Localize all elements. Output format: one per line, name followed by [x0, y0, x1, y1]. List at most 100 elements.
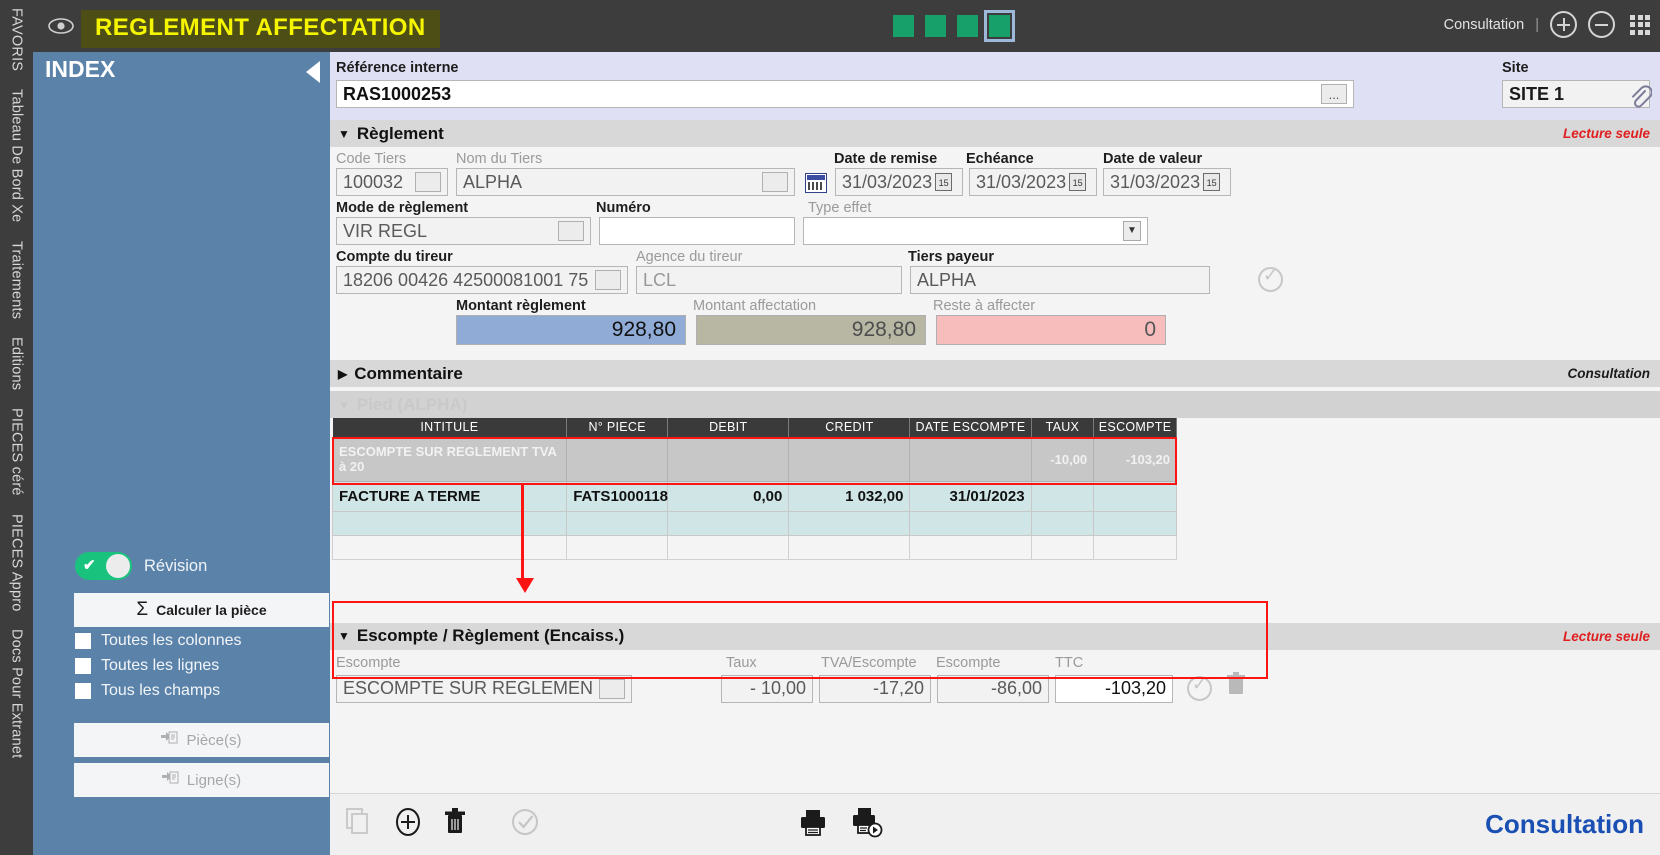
- numero-input[interactable]: [599, 217, 795, 245]
- code-tiers-browse-button[interactable]: [415, 172, 441, 192]
- echeance-input[interactable]: 31/03/2023 15: [969, 168, 1097, 196]
- tiers-payeur-input[interactable]: ALPHA: [910, 266, 1210, 294]
- check-circle-icon[interactable]: [1258, 267, 1283, 292]
- pieces-button[interactable]: Pièce(s): [74, 723, 329, 757]
- col-n-piece[interactable]: N° PIECE: [567, 418, 668, 437]
- mode-reglement-input[interactable]: VIR REGL: [336, 217, 591, 245]
- status-square-4-selected[interactable]: [989, 15, 1010, 37]
- compte-tireur-label: Compte du tireur: [336, 249, 636, 265]
- col-debit[interactable]: DEBIT: [668, 418, 789, 437]
- trash-icon[interactable]: [444, 808, 466, 841]
- checkbox-row-toutes-les-lignes[interactable]: Toutes les lignes: [75, 657, 242, 675]
- status-square-2[interactable]: [925, 15, 946, 37]
- reglement-form: Code Tiers Nom du Tiers Date de remise E…: [330, 147, 1660, 351]
- plus-circle-icon[interactable]: [1550, 11, 1577, 38]
- table-row-empty[interactable]: [333, 535, 1177, 559]
- rail-item-favoris[interactable]: FAVORIS: [9, 8, 25, 71]
- table-row[interactable]: FACTURE A TERME FATS1000118 0,00 1 032,0…: [333, 481, 1177, 511]
- cell-escompte: -103,20: [1094, 437, 1177, 481]
- paperclip-icon[interactable]: [1628, 84, 1652, 117]
- plus-circle-icon[interactable]: [394, 808, 422, 841]
- rail-item-pieces-cere[interactable]: PIECES céré: [9, 408, 25, 496]
- cell-n-piece: [567, 437, 668, 481]
- col-credit[interactable]: CREDIT: [789, 418, 910, 437]
- rail-item-pieces-appro[interactable]: PIECES Appro: [9, 514, 25, 612]
- cell-date-escompte: [910, 437, 1031, 481]
- ttc-input[interactable]: -103,20: [1055, 675, 1173, 703]
- code-tiers-value: 100032: [343, 172, 403, 193]
- status-square-1[interactable]: [893, 15, 914, 37]
- revision-toggle-row: ✔ Révision: [75, 552, 207, 580]
- col-intitule[interactable]: INTITULE: [333, 418, 567, 437]
- footer-status: Consultation: [1485, 809, 1644, 840]
- code-tiers-input[interactable]: 100032: [336, 168, 448, 196]
- site-value: SITE 1: [1509, 84, 1564, 105]
- checkbox-toutes-les-colonnes[interactable]: [75, 633, 91, 649]
- compte-tireur-browse-button[interactable]: [595, 270, 621, 290]
- sidebar-header: INDEX: [33, 52, 330, 86]
- escompte-amt-input[interactable]: -86,00: [937, 675, 1049, 703]
- checkbox-tous-les-champs[interactable]: [75, 683, 91, 699]
- table-row-empty[interactable]: [333, 511, 1177, 535]
- printer-play-icon[interactable]: [850, 806, 884, 843]
- cell-empty: [668, 511, 789, 535]
- rail-item-tableau-de-bord[interactable]: Tableau De Bord Xe: [9, 89, 25, 222]
- check-circle-icon[interactable]: [1187, 676, 1212, 701]
- mode-reglement-value: VIR REGL: [343, 221, 427, 242]
- tva-escompte-input[interactable]: -17,20: [819, 675, 931, 703]
- reference-browse-button[interactable]: ...: [1321, 84, 1347, 104]
- printer-icon[interactable]: [798, 807, 828, 842]
- taux-input[interactable]: - 10,00: [721, 675, 813, 703]
- escompte-browse-button[interactable]: [599, 679, 625, 699]
- escompte-input[interactable]: ESCOMPTE SUR REGLEMEN: [336, 675, 632, 703]
- contact-card-icon[interactable]: [805, 173, 827, 193]
- minus-circle-icon[interactable]: [1588, 11, 1615, 38]
- lignes-button[interactable]: Ligne(s): [74, 763, 329, 797]
- section-commentaire-header[interactable]: ▶ Commentaire Consultation: [330, 360, 1660, 387]
- col-taux[interactable]: TAUX: [1031, 418, 1094, 437]
- collapse-left-arrow-icon[interactable]: [306, 61, 320, 83]
- sigma-icon: Σ: [136, 599, 148, 621]
- reglement-readonly-note: Lecture seule: [1563, 126, 1650, 141]
- rail-item-editions[interactable]: Editions: [9, 337, 25, 390]
- lignes-doc-icon: [162, 770, 179, 790]
- copy-icon[interactable]: [346, 808, 372, 841]
- mode-reglement-browse-button[interactable]: [558, 221, 584, 241]
- escompte-amt-value: -86,00: [991, 678, 1042, 699]
- page-title: REGLEMENT AFFECTATION: [81, 10, 440, 48]
- calendar-icon[interactable]: 15: [935, 173, 952, 191]
- revision-toggle[interactable]: ✔: [75, 552, 132, 580]
- checkbox-toutes-les-lignes[interactable]: [75, 658, 91, 674]
- check-circle-icon[interactable]: [510, 807, 540, 842]
- grid-menu-icon[interactable]: [1630, 15, 1650, 35]
- nom-tiers-input[interactable]: ALPHA: [456, 168, 795, 196]
- col-date-escompte[interactable]: DATE ESCOMPTE: [910, 418, 1031, 437]
- calendar-icon[interactable]: 15: [1069, 173, 1086, 191]
- checkbox-row-tous-les-champs[interactable]: Tous les champs: [75, 682, 242, 700]
- agence-tireur-input[interactable]: LCL: [636, 266, 902, 294]
- section-reglement-header[interactable]: ▼ Règlement Lecture seule: [330, 120, 1660, 147]
- section-escompte-header[interactable]: ▼ Escompte / Règlement (Encaiss.) Lectur…: [330, 623, 1660, 650]
- table-row[interactable]: ESCOMPTE SUR REGLEMENT TVA à 20 -10,00 -…: [333, 437, 1177, 481]
- date-remise-input[interactable]: 31/03/2023 15: [835, 168, 963, 196]
- calendar-icon[interactable]: 15: [1203, 173, 1220, 191]
- type-effet-select[interactable]: ▼: [803, 217, 1148, 245]
- reference-interne-input[interactable]: RAS1000253 ...: [336, 80, 1354, 108]
- eye-icon[interactable]: [46, 16, 76, 36]
- agence-tireur-label: Agence du tireur: [636, 249, 908, 265]
- status-square-3[interactable]: [957, 15, 978, 37]
- cell-taux: [1031, 481, 1094, 511]
- compte-tireur-input[interactable]: 18206 00426 42500081001 75: [336, 266, 628, 294]
- rail-item-docs-pour-extranet[interactable]: Docs Pour Extranet: [9, 629, 25, 758]
- rail-item-traitements[interactable]: Traitements: [9, 241, 25, 319]
- cell-intitule: FACTURE A TERME: [333, 481, 567, 511]
- echeance-value: 31/03/2023: [976, 172, 1066, 193]
- trash-icon[interactable]: [1226, 672, 1246, 701]
- section-pied-header[interactable]: ▼ Pied (ALPHA): [330, 391, 1660, 418]
- calculer-la-piece-button[interactable]: Σ Calculer la pièce: [74, 593, 329, 627]
- date-valeur-input[interactable]: 31/03/2023 15: [1103, 168, 1231, 196]
- col-escompte[interactable]: ESCOMPTE: [1094, 418, 1177, 437]
- nom-tiers-browse-button[interactable]: [762, 172, 788, 192]
- checkbox-row-toutes-les-colonnes[interactable]: Toutes les colonnes: [75, 632, 242, 650]
- chevron-down-icon[interactable]: ▼: [1123, 221, 1141, 241]
